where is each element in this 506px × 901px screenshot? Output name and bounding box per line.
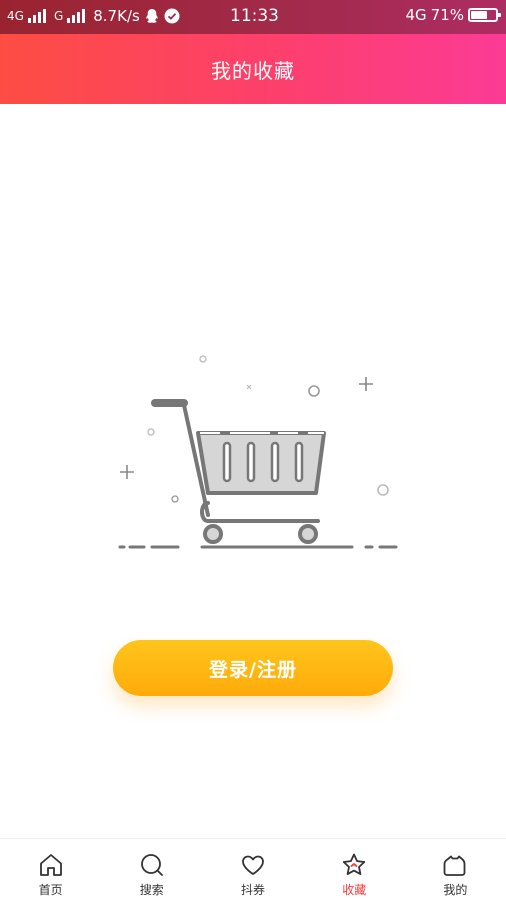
tab-favorites-label: 收藏 [342,883,367,897]
battery-icon [468,8,501,22]
tab-favorites[interactable]: 收藏 [304,839,405,901]
tab-profile[interactable]: 我的 [405,839,506,901]
network-type-2: G [53,9,64,23]
search-icon [140,854,163,876]
profile-icon [444,855,466,876]
star-icon [343,853,366,875]
status-bar: 4G G 8.7K/s 11:33 4G 71% [0,0,506,34]
battery-fill [471,11,488,19]
status-left: 4G G 8.7K/s [7,7,180,25]
check-circle-icon [164,8,180,24]
network-type-1: 4G [7,9,24,23]
status-time: 11:33 [230,6,279,26]
tab-coupons[interactable]: 抖券 [202,839,303,901]
tab-home-label: 首页 [38,883,63,897]
battery-percent: 71% [430,6,464,24]
login-register-button[interactable]: 登录/注册 [113,640,393,696]
bottom-tab-bar: 首页 搜索 抖券 收藏 我的 [0,838,506,901]
network-type-right: 4G [405,6,427,24]
tab-search-label: 搜索 [139,883,164,897]
signal-icon-2 [67,9,86,23]
title-bar: 我的收藏 [0,34,506,104]
tab-search[interactable]: 搜索 [101,839,202,901]
page-title: 我的收藏 [211,58,295,83]
empty-cart-illustration [110,345,400,560]
tab-coupons-label: 抖券 [241,883,266,897]
tab-home[interactable]: 首页 [0,839,101,901]
signal-icon [27,9,46,23]
qq-icon [146,8,158,23]
heart-icon [242,855,264,875]
status-right: 4G 71% [405,6,501,24]
tab-profile-label: 我的 [443,883,468,897]
home-icon [39,854,62,876]
network-speed: 8.7K/s [93,7,140,25]
shopping-cart-icon [118,355,398,549]
